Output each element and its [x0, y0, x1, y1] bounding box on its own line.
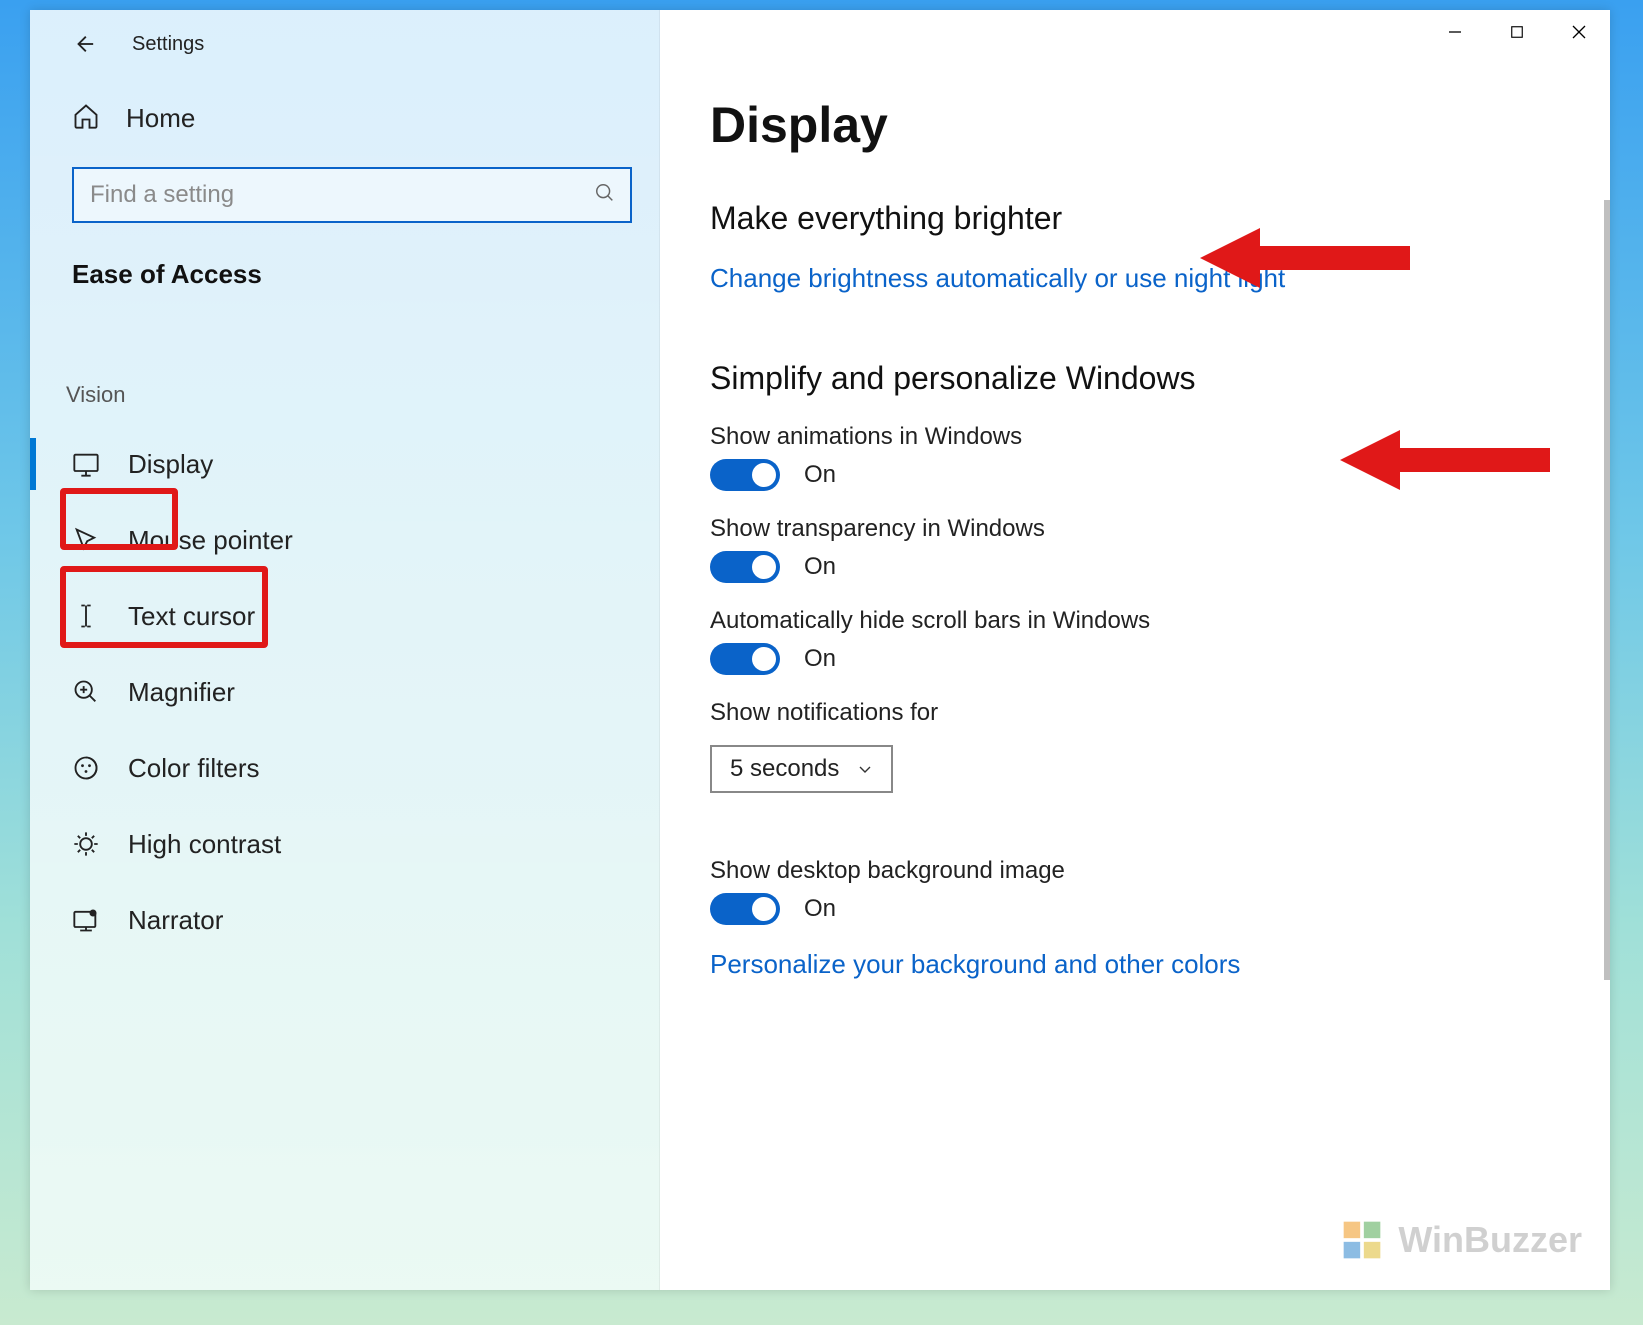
sidebar-group-vision: Vision [66, 382, 126, 408]
maximize-button[interactable] [1486, 10, 1548, 54]
sidebar-item-display[interactable]: Display [30, 426, 659, 502]
desktop-bg-toggle[interactable] [710, 893, 780, 925]
mouse-pointer-icon [72, 526, 100, 554]
sidebar-item-narrator[interactable]: Narrator [30, 882, 659, 958]
brightness-link[interactable]: Change brightness automatically or use n… [710, 263, 1285, 294]
sidebar-section-title: Ease of Access [30, 223, 659, 290]
close-icon [1571, 24, 1587, 40]
settings-window: Settings Home Ease of Access Vision Disp… [30, 10, 1610, 1290]
display-icon [72, 450, 100, 478]
notifications-value: 5 seconds [730, 755, 839, 783]
notifications-label: Show notifications for [710, 699, 1610, 727]
narrator-icon [72, 906, 100, 934]
arrow-left-icon [73, 33, 95, 55]
animations-state: On [804, 461, 836, 489]
transparency-state: On [804, 553, 836, 581]
close-button[interactable] [1548, 10, 1610, 54]
scrollbars-toggle[interactable] [710, 643, 780, 675]
sidebar-item-label: Display [128, 449, 213, 480]
sidebar-item-mouse-pointer[interactable]: Mouse pointer [30, 502, 659, 578]
sidebar-item-label: Color filters [128, 753, 259, 784]
chevron-down-icon [857, 761, 873, 777]
sidebar-item-magnifier[interactable]: Magnifier [30, 654, 659, 730]
home-icon [72, 102, 100, 135]
section-simplify-title: Simplify and personalize Windows [710, 360, 1610, 397]
home-label: Home [126, 103, 195, 134]
scrollbars-state: On [804, 645, 836, 673]
minimize-icon [1447, 24, 1463, 40]
magnifier-icon [72, 678, 100, 706]
watermark-icon [1340, 1218, 1384, 1262]
sidebar-item-label: Text cursor [128, 601, 255, 632]
text-cursor-icon [72, 602, 100, 630]
sidebar-item-label: High contrast [128, 829, 281, 860]
maximize-icon [1510, 25, 1524, 39]
sidebar-item-text-cursor[interactable]: Text cursor [30, 578, 659, 654]
sidebar-item-high-contrast[interactable]: High contrast [30, 806, 659, 882]
title-bar-controls [1424, 10, 1610, 54]
page-title: Display [710, 96, 1610, 154]
main-content: Display Make everything brighter Change … [660, 10, 1610, 1290]
app-title: Settings [132, 33, 204, 56]
search-input[interactable] [88, 180, 594, 210]
minimize-button[interactable] [1424, 10, 1486, 54]
sidebar-item-label: Mouse pointer [128, 525, 293, 556]
high-contrast-icon [72, 830, 100, 858]
color-filters-icon [72, 754, 100, 782]
watermark-text: WinBuzzer [1398, 1219, 1582, 1261]
desktop-bg-state: On [804, 895, 836, 923]
desktop-bg-label: Show desktop background image [710, 857, 1610, 885]
notifications-dropdown[interactable]: 5 seconds [710, 745, 893, 793]
scrollbar[interactable] [1604, 200, 1610, 980]
personalize-link[interactable]: Personalize your background and other co… [710, 949, 1240, 980]
transparency-label: Show transparency in Windows [710, 515, 1610, 543]
search-box[interactable] [72, 167, 632, 223]
watermark: WinBuzzer [1340, 1218, 1582, 1262]
sidebar-item-label: Narrator [128, 905, 223, 936]
animations-toggle[interactable] [710, 459, 780, 491]
search-icon [594, 182, 616, 209]
section-brighter-title: Make everything brighter [710, 200, 1610, 237]
scrollbars-label: Automatically hide scroll bars in Window… [710, 607, 1610, 635]
animations-label: Show animations in Windows [710, 423, 1610, 451]
sidebar-item-color-filters[interactable]: Color filters [30, 730, 659, 806]
sidebar: Settings Home Ease of Access Vision Disp… [30, 10, 660, 1290]
sidebar-home[interactable]: Home [30, 56, 659, 135]
transparency-toggle[interactable] [710, 551, 780, 583]
back-button[interactable] [72, 32, 96, 56]
sidebar-item-label: Magnifier [128, 677, 235, 708]
